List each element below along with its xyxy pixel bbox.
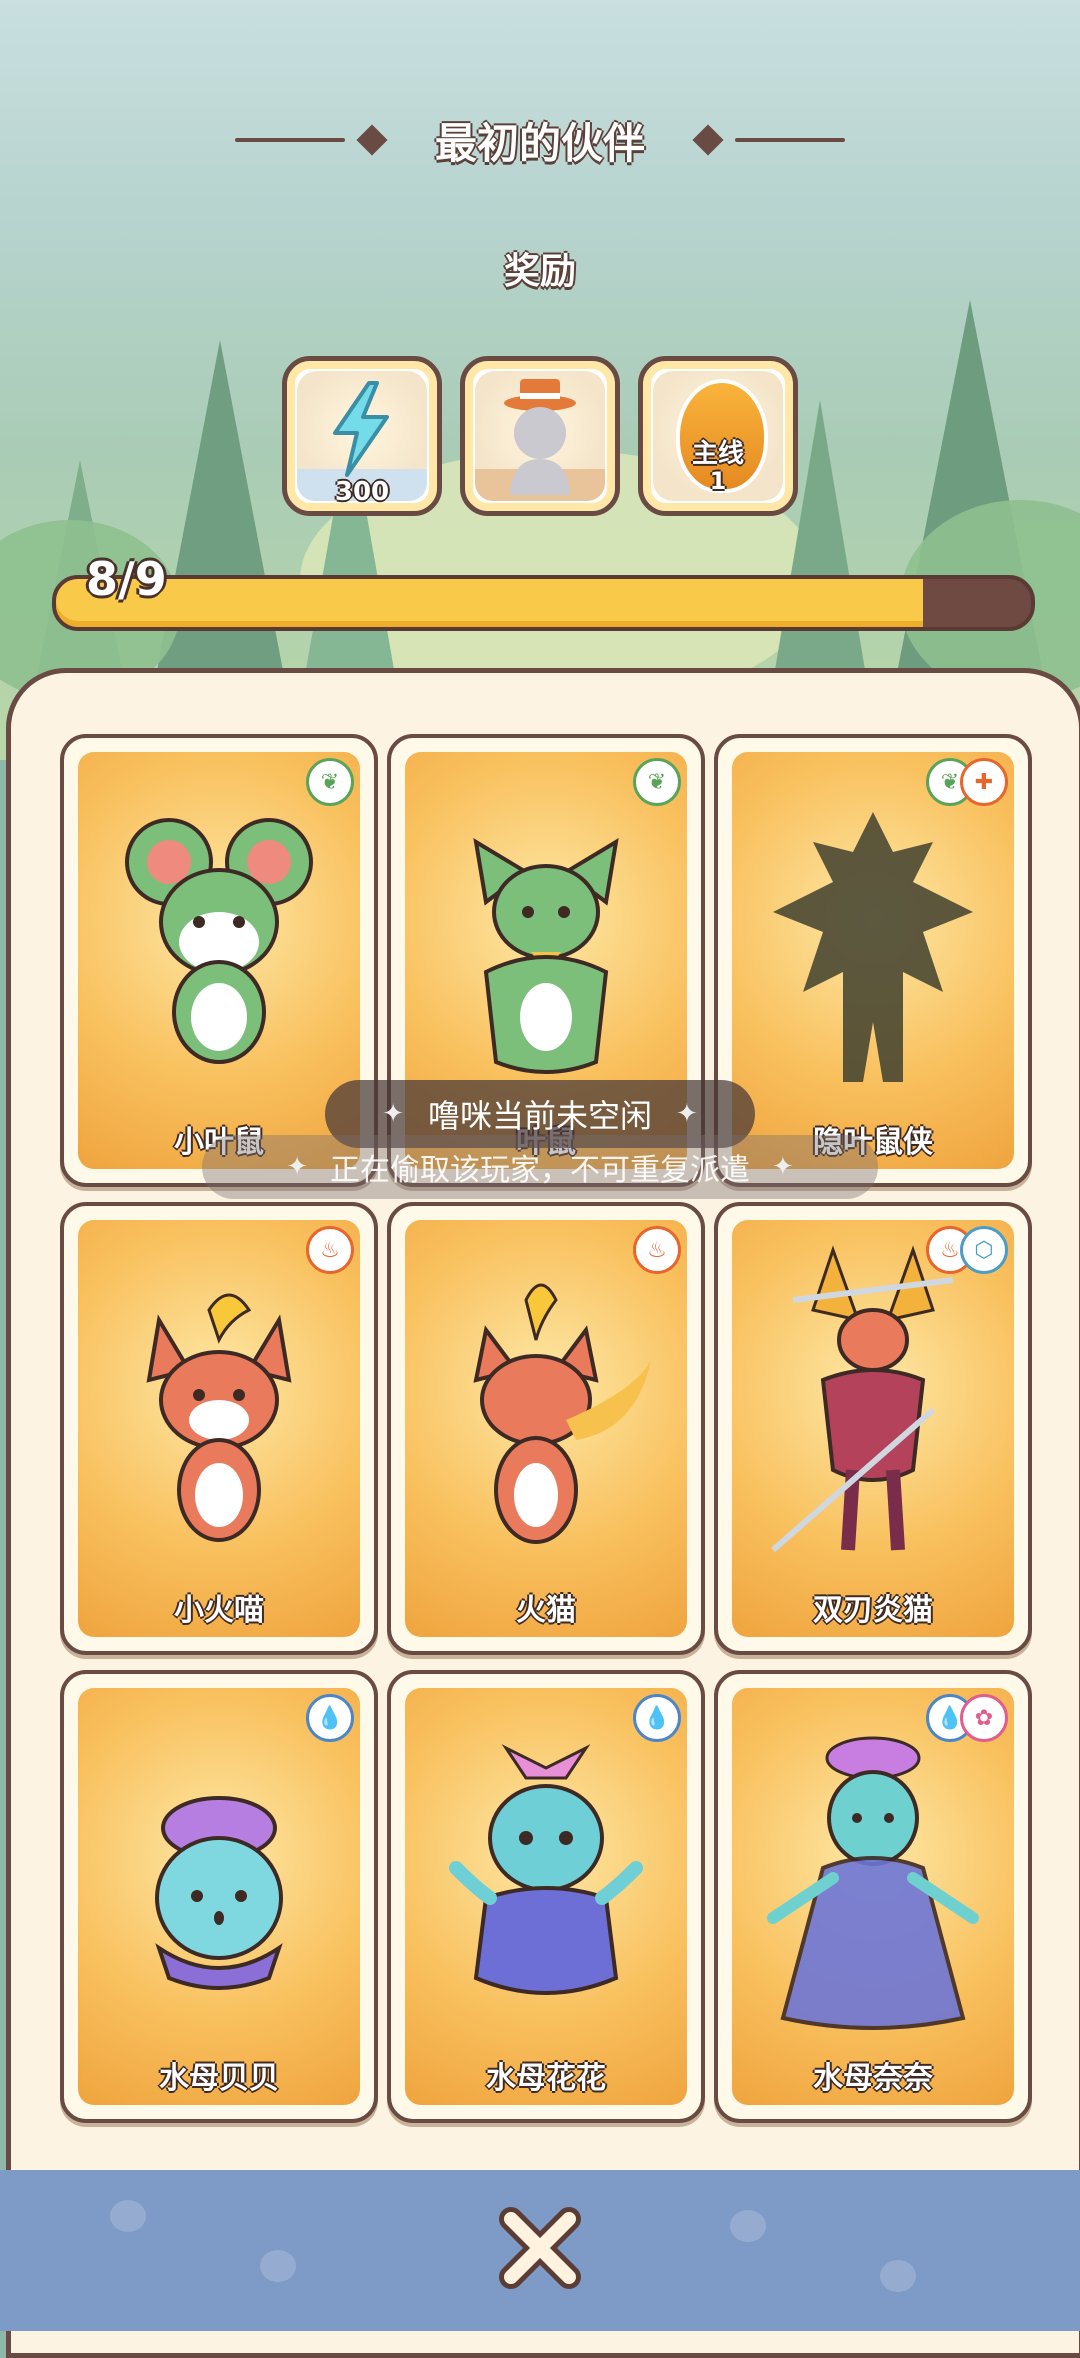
reward-label-mainline: 主线 xyxy=(691,439,744,469)
water-element-icon: 💧 xyxy=(633,1694,681,1742)
creature-card[interactable]: ♨ ⬡ 双刃炎猫 xyxy=(714,1202,1032,1655)
diamond-ornament-icon xyxy=(692,124,724,156)
leaf-mouse-evolved-icon xyxy=(473,838,619,1074)
fairy-element-icon: ✿ xyxy=(960,1694,1008,1742)
jellyfish-baby-icon xyxy=(155,1796,283,1990)
energy-bolt-icon xyxy=(333,381,389,477)
sparkle-icon: ✦ xyxy=(772,1152,794,1182)
jellyfish-flower-icon xyxy=(449,1744,643,1995)
fire-cat-kitten-icon xyxy=(146,1293,292,1542)
creature-card[interactable]: 💧 水母花花 xyxy=(387,1670,705,2123)
sparkle-icon: ✦ xyxy=(286,1152,308,1182)
fire-element-icon: ♨ xyxy=(306,1226,354,1274)
dual-blade-fire-cat-icon xyxy=(771,1245,954,1553)
silhouette-icon xyxy=(773,812,973,1082)
creature-card[interactable]: ♨ 火猫 xyxy=(387,1202,705,1655)
leaf-mouse-icon xyxy=(125,818,313,1064)
fire-element-icon: ♨ xyxy=(633,1226,681,1274)
creature-name: 双刃炎猫 xyxy=(813,1593,933,1628)
creature-card[interactable]: ♨ 小火喵 xyxy=(60,1202,378,1655)
reward-energy[interactable]: 300 xyxy=(282,356,442,516)
steel-element-icon: ⬡ xyxy=(960,1226,1008,1274)
paw-print-icon xyxy=(110,2200,146,2232)
page-title: 最初的伙伴 xyxy=(434,118,645,168)
creature-card[interactable]: 💧 水母贝贝 xyxy=(60,1670,378,2123)
reward-label: 奖励 xyxy=(503,251,576,292)
reward-outfit[interactable] xyxy=(460,356,620,516)
paw-print-icon xyxy=(880,2260,916,2292)
creature-name: 水母奈奈 xyxy=(813,2061,933,2096)
sparkle-icon: ✦ xyxy=(382,1099,404,1129)
reward-mainline-egg[interactable]: 主线 1 xyxy=(638,356,798,516)
progress-text: 8/9 xyxy=(86,552,167,606)
creature-name: 小火喵 xyxy=(174,1593,264,1628)
title-divider-left xyxy=(234,138,345,142)
creature-card[interactable]: 💧 ✿ 水母奈奈 xyxy=(714,1670,1032,2123)
progress-fill xyxy=(56,579,923,627)
creature-name: 水母贝贝 xyxy=(159,2061,279,2096)
paw-print-icon xyxy=(730,2210,766,2242)
toast-text: 正在偷取该玩家，不可重复派遣 xyxy=(330,1153,750,1188)
creature-name: 水母花花 xyxy=(486,2061,606,2096)
fire-cat-icon xyxy=(473,1283,651,1544)
water-element-icon: 💧 xyxy=(306,1694,354,1742)
sparkle-icon: ✦ xyxy=(676,1099,698,1129)
grass-element-icon: ❦ xyxy=(306,758,354,806)
reward-quantity: 1 xyxy=(709,467,727,495)
jellyfish-nana-icon xyxy=(767,1736,979,2030)
reward-quantity: 300 xyxy=(334,477,390,507)
reward-list: 300 主线 1 xyxy=(0,356,1080,516)
paw-print-icon xyxy=(260,2250,296,2282)
creature-card-grid: ❦ 小叶鼠 ❦ 叶鼠 ❦ ✚ 隐叶鼠侠 xyxy=(60,734,1032,2123)
toast-stealing: ✦ 正在偷取该玩家，不可重复派遣 ✦ xyxy=(202,1135,878,1199)
diamond-ornament-icon xyxy=(356,124,388,156)
title-divider-right xyxy=(735,138,845,142)
creature-name: 火猫 xyxy=(516,1593,576,1628)
creature-card-locked[interactable]: ❦ ✚ 隐叶鼠侠 xyxy=(714,734,1032,1187)
fight-element-icon: ✚ xyxy=(960,758,1008,806)
toast-text: 噜咪当前未空闲 xyxy=(427,1097,652,1135)
title-row: 最初的伙伴 xyxy=(0,110,1080,170)
outfit-hat-icon xyxy=(504,379,576,495)
close-x-icon[interactable] xyxy=(497,2205,583,2291)
grass-element-icon: ❦ xyxy=(633,758,681,806)
collection-progress-bar xyxy=(52,575,1035,631)
